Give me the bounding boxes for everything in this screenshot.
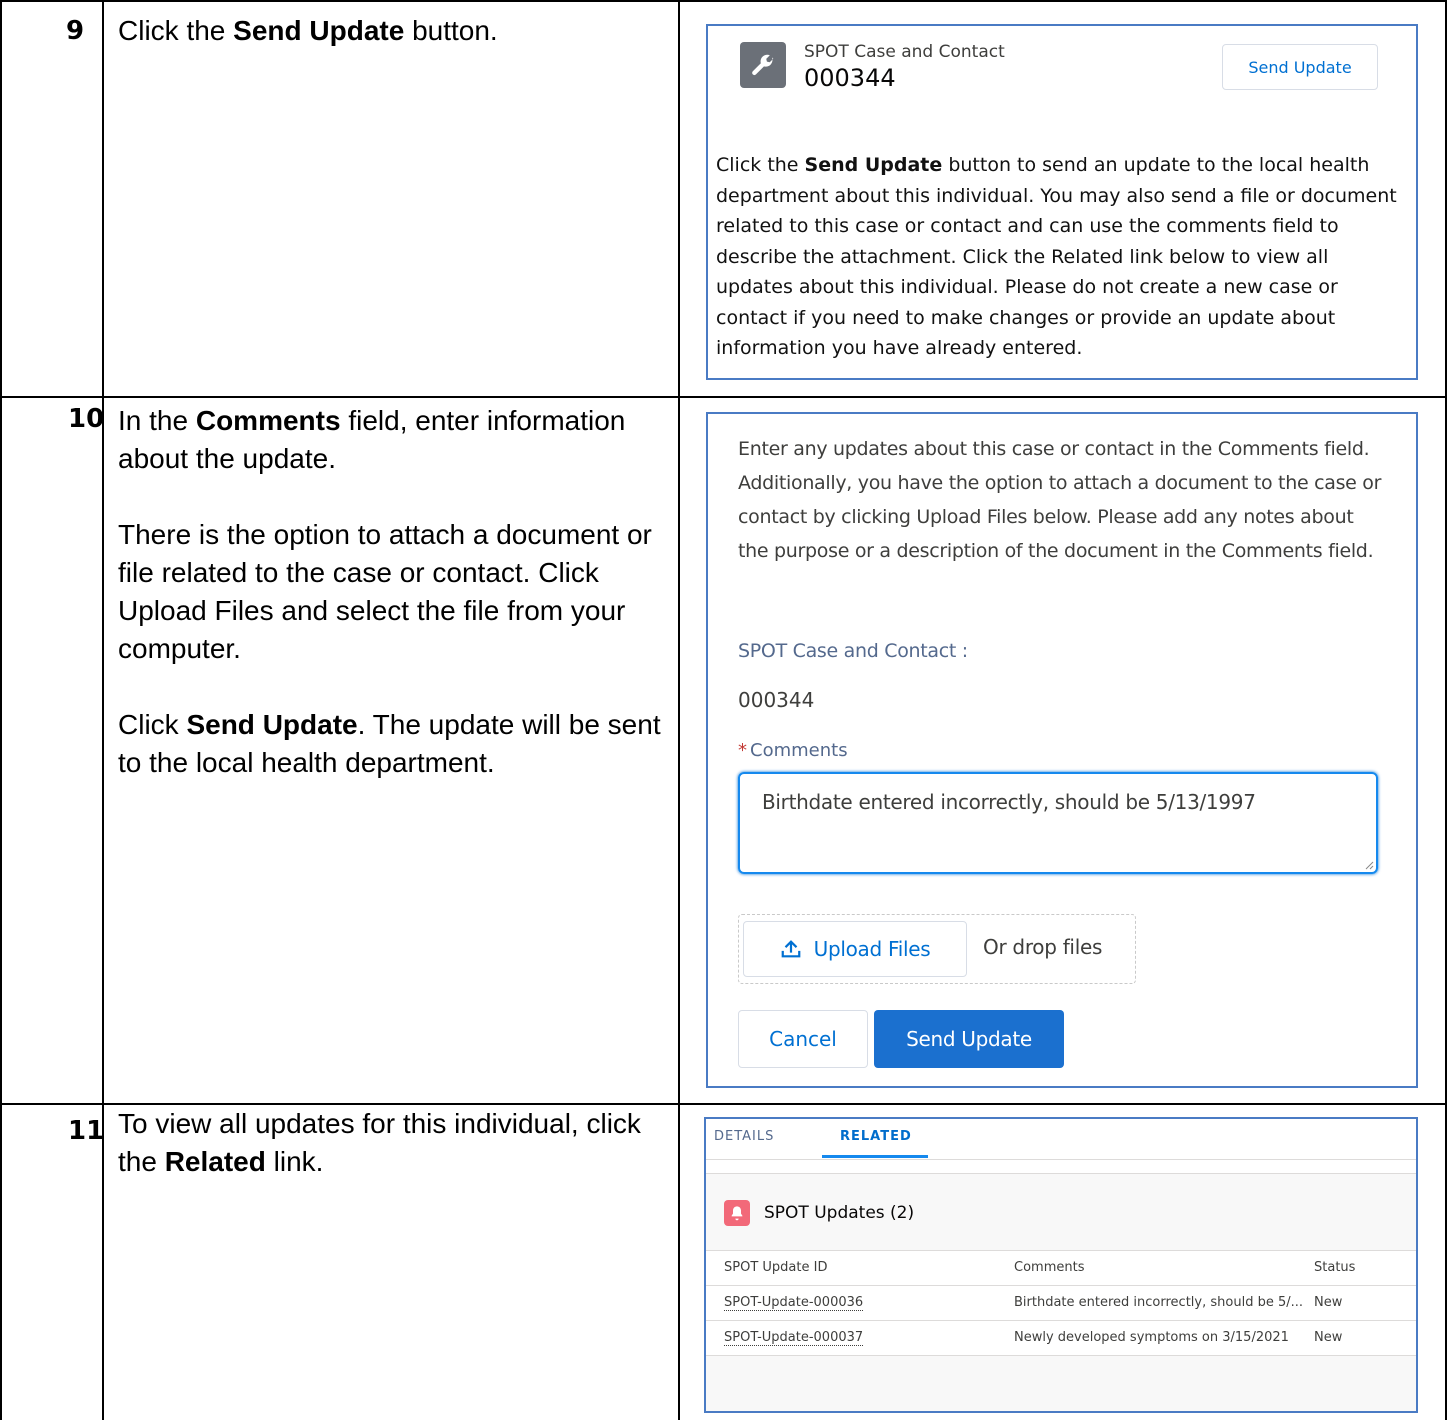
card-title[interactable]: SPOT Updates (2) — [764, 1203, 914, 1223]
spot-updates-card: SPOT Updates (2) SPOT Update ID Comments… — [706, 1173, 1416, 1411]
help-text-part: Click the — [716, 154, 805, 176]
instruction-text: Click the — [118, 15, 234, 46]
related-panel: DETAILS RELATED SPOT Updates (2) SPOT Up… — [704, 1117, 1418, 1413]
resize-handle-icon[interactable] — [1364, 860, 1374, 870]
record-header-panel: SPOT Case and Contact 000344 Send Update… — [706, 24, 1418, 380]
help-text-bold: Send Update — [804, 154, 943, 176]
drop-files-text: Or drop files — [983, 935, 1103, 959]
step-instruction: In the Comments field, enter information… — [118, 402, 666, 782]
step-instruction: Click the Send Update button. — [118, 12, 666, 50]
case-field-label: SPOT Case and Contact : — [738, 640, 968, 662]
case-field-value: 000344 — [738, 688, 815, 712]
form-instructions: Enter any updates about this case or con… — [738, 438, 1382, 562]
column-header[interactable]: Status — [1314, 1260, 1355, 1275]
tab-details[interactable]: DETAILS — [714, 1129, 774, 1144]
instruction-text: button. — [404, 15, 498, 46]
instruction-text: link. — [265, 1146, 324, 1177]
update-id-link[interactable]: SPOT-Update-000037 — [724, 1330, 864, 1346]
update-status: New — [1314, 1295, 1343, 1310]
help-text: Click the Send Update button to send an … — [716, 150, 1406, 364]
comments-value: Birthdate entered incorrectly, should be… — [762, 790, 1256, 814]
table-divider-image — [678, 0, 680, 1420]
instruction-text: There is the option to attach a document… — [118, 519, 652, 664]
row-divider-1 — [0, 396, 1447, 398]
comments-label-text: Comments — [750, 740, 848, 761]
tab-related[interactable]: RELATED — [840, 1129, 912, 1144]
help-text-part: button to send an update to the local he… — [716, 154, 1397, 359]
send-update-button[interactable]: Send Update — [1222, 44, 1378, 90]
table-header-row: SPOT Update ID Comments Status — [706, 1250, 1416, 1285]
instruction-bold: Comments — [195, 405, 341, 436]
instruction-bold: Send Update — [233, 15, 405, 46]
upload-icon — [781, 940, 800, 958]
tabbar-divider — [706, 1159, 1416, 1160]
column-header[interactable]: SPOT Update ID — [724, 1260, 827, 1275]
instruction-bold: Send Update — [186, 709, 358, 740]
instruction-bold: Related — [164, 1146, 266, 1177]
updates-table: SPOT Update ID Comments Status SPOT-Upda… — [706, 1250, 1416, 1356]
table-row: SPOT-Update-000037 Newly developed sympt… — [706, 1320, 1416, 1356]
update-status: New — [1314, 1330, 1343, 1345]
step-number: 11 — [68, 1116, 105, 1146]
column-header[interactable]: Comments — [1014, 1260, 1084, 1275]
active-tab-indicator — [822, 1155, 928, 1158]
send-update-submit-button[interactable]: Send Update — [874, 1010, 1064, 1068]
cancel-button[interactable]: Cancel — [738, 1010, 868, 1068]
send-update-form: Enter any updates about this case or con… — [706, 412, 1418, 1088]
comments-label: * Comments — [738, 740, 848, 761]
update-id-link[interactable]: SPOT-Update-000036 — [724, 1295, 864, 1311]
required-marker: * — [738, 740, 747, 761]
object-label: SPOT Case and Contact — [804, 42, 1005, 62]
record-number: 000344 — [804, 64, 896, 92]
bell-icon — [724, 1200, 750, 1226]
wrench-icon — [740, 42, 786, 88]
comments-textarea[interactable]: Birthdate entered incorrectly, should be… — [738, 772, 1378, 874]
table-divider-number — [102, 0, 104, 1420]
step-number: 10 — [68, 404, 105, 434]
step-number: 9 — [66, 16, 85, 46]
table-border-top — [0, 0, 1447, 2]
file-dropzone[interactable]: Upload Files Or drop files — [738, 914, 1136, 984]
update-comments: Newly developed symptoms on 3/15/2021 — [1014, 1330, 1289, 1345]
upload-files-label: Upload Files — [813, 937, 931, 961]
table-row: SPOT-Update-000036 Birthdate entered inc… — [706, 1285, 1416, 1320]
instruction-text: Click — [118, 709, 187, 740]
table-border-left — [0, 0, 2, 1420]
upload-files-button[interactable]: Upload Files — [743, 921, 967, 977]
step-instruction: To view all updates for this individual,… — [118, 1105, 666, 1181]
table-border-right — [1445, 0, 1447, 1420]
update-comments: Birthdate entered incorrectly, should be… — [1014, 1295, 1304, 1310]
instruction-text: In the — [118, 405, 196, 436]
